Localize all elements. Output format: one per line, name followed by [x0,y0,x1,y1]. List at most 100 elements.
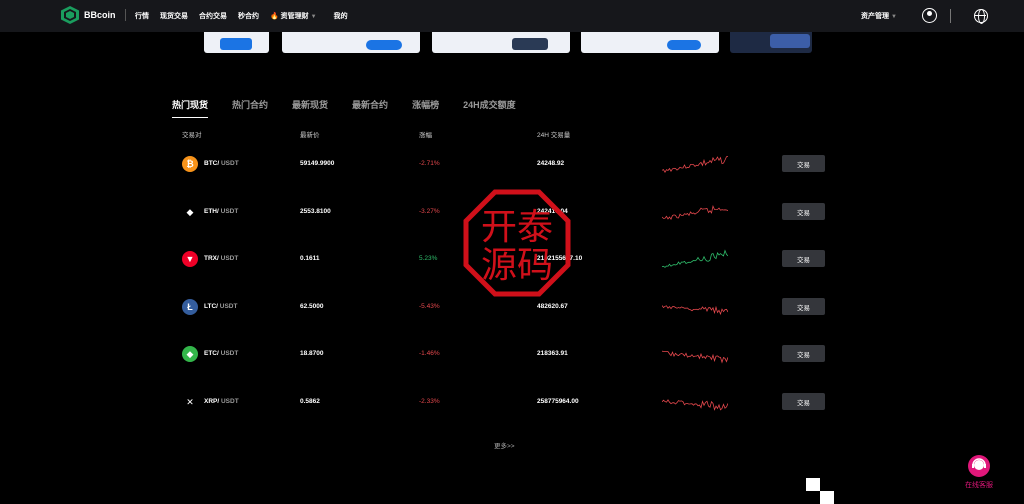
pair-quote: USDT [220,398,239,405]
tron-icon: ▼ [182,251,198,267]
volume-24h: 482620.67 [537,303,568,310]
ethereum-icon: ◆ [186,206,194,217]
globe-language-icon[interactable] [974,9,988,24]
pair-label: TRX/ USDT [204,255,238,262]
nav-item-spot[interactable]: 现货交易 [160,11,188,21]
support-agent-icon [968,455,990,477]
price-sparkline [662,399,728,411]
pair-base: BTC/ [204,160,220,167]
nav-item-market[interactable]: 行情 [135,11,149,21]
top-navbar: BBcoin 行情 现货交易 合约交易 秒合约 🔥 资管理财 ▼ 我的 资产管理… [0,0,1024,32]
pair-quote: USDT [219,303,238,310]
price-change: -1.46% [419,350,440,357]
price-change: -2.71% [419,160,440,167]
market-tabs: 热门现货 热门合约 最新现货 最新合约 涨幅榜 24H成交额度 [172,98,540,118]
nav-divider [125,9,126,21]
nav-item-wealth-label: 资管理财 [280,13,309,20]
pair-label: ETH/ USDT [204,208,238,215]
pair-base: ETH/ [204,208,219,215]
bitcoin-icon: ₿ [182,156,198,172]
pair-label: LTC/ USDT [204,303,237,310]
fire-icon: 🔥 [270,13,279,20]
price-sparkline [662,350,728,364]
asset-management-menu[interactable]: 资产管理 ▼ [861,11,897,21]
tab-hot-spot[interactable]: 热门现货 [172,98,209,118]
header-last-price: 最新价 [300,132,320,139]
nav-item-contract[interactable]: 合约交易 [199,11,227,21]
banner-slide[interactable] [432,32,570,53]
pair-quote: USDT [220,350,239,357]
nav-item-wealth[interactable]: 🔥 资管理财 ▼ [270,11,317,21]
pair-base: XRP/ [204,398,220,405]
pair-quote: USDT [220,255,239,262]
last-price: 18.8700 [300,350,324,357]
last-price: 59149.9900 [300,160,335,167]
trade-button[interactable]: 交易 [782,393,825,410]
watermark-text-line1: 开泰 [481,207,553,248]
pair-label: XRP/ USDT [204,398,239,405]
nav-item-mine[interactable]: 我的 [334,11,348,21]
ethereum-classic-icon: ◆ [182,346,198,362]
pair-quote: USDT [220,208,239,215]
xrp-icon: ✕ [186,396,194,407]
trade-button[interactable]: 交易 [782,250,825,267]
table-row[interactable]: ₿ BTC/ USDT 59149.9900 -2.71% 24248.92 交易 [0,154,1024,174]
tab-gainers[interactable]: 涨幅榜 [412,98,439,118]
caret-down-icon: ▼ [310,14,317,20]
pair-label: ETC/ USDT [204,350,238,357]
pair-base: ETC/ [204,350,219,357]
price-sparkline [662,305,728,316]
brand-name: BBcoin [84,10,116,20]
last-price: 0.5862 [300,398,320,405]
table-row[interactable]: ✕ XRP/ USDT 0.5862 -2.33% 258775964.00 交易 [0,392,1024,412]
trade-button[interactable]: 交易 [782,155,825,172]
watermark-text-line2: 源码 [481,245,553,286]
tab-hot-contract[interactable]: 热门合约 [232,98,268,118]
litecoin-icon: Ł [182,299,198,315]
asset-management-label: 资产管理 [861,13,889,20]
corner-pixel-block [806,478,820,491]
pair-base: LTC/ [204,303,218,310]
cube-logo-icon [61,6,79,24]
table-row[interactable]: ◆ ETC/ USDT 18.8700 -1.46% 218363.91 交易 [0,344,1024,364]
online-support-widget[interactable]: 在线客服 [962,455,996,490]
nav-item-second-contract[interactable]: 秒合约 [238,11,259,21]
price-change: -3.27% [419,208,440,215]
main-nav: 行情 现货交易 合约交易 秒合约 🔥 资管理财 ▼ 我的 [135,0,348,32]
trade-button[interactable]: 交易 [782,203,825,220]
brand-logo[interactable]: BBcoin [60,5,116,25]
banner-carousel [0,32,1024,54]
tab-new-spot[interactable]: 最新现货 [292,98,328,118]
table-row[interactable]: Ł LTC/ USDT 62.5000 -5.43% 482620.67 交易 [0,297,1024,317]
banner-slide[interactable] [730,32,812,53]
price-sparkline [662,249,728,268]
last-price: 62.5000 [300,303,324,310]
corner-pixel-block [820,491,834,504]
tab-new-contract[interactable]: 最新合约 [352,98,388,118]
pair-quote: USDT [220,160,239,167]
last-price: 0.1611 [300,255,320,262]
trade-button[interactable]: 交易 [782,345,825,362]
support-label: 在线客服 [965,482,993,489]
tab-24h-volume[interactable]: 24H成交额度 [463,98,516,118]
trade-button[interactable]: 交易 [782,298,825,315]
banner-slide[interactable] [581,32,719,53]
user-account-icon[interactable] [922,8,937,23]
header-24h-volume: 24H 交易量 [537,132,571,139]
watermark-seal: 开泰 源码 [463,189,571,297]
price-change: -2.33% [419,398,440,405]
price-sparkline [662,204,728,221]
volume-24h: 218363.91 [537,350,568,357]
caret-down-icon: ▼ [890,14,897,20]
banner-slide[interactable] [204,32,269,53]
more-link[interactable]: 更多>> [494,440,515,450]
header-pair: 交易对 [182,132,202,139]
price-sparkline [662,156,728,173]
pair-label: BTC/ USDT [204,160,239,167]
last-price: 2553.8100 [300,208,331,215]
price-change: 5.23% [419,255,438,262]
volume-24h: 258775964.00 [537,398,579,405]
price-change: -5.43% [419,303,440,310]
pair-base: TRX/ [204,255,219,262]
banner-slide[interactable] [282,32,420,53]
